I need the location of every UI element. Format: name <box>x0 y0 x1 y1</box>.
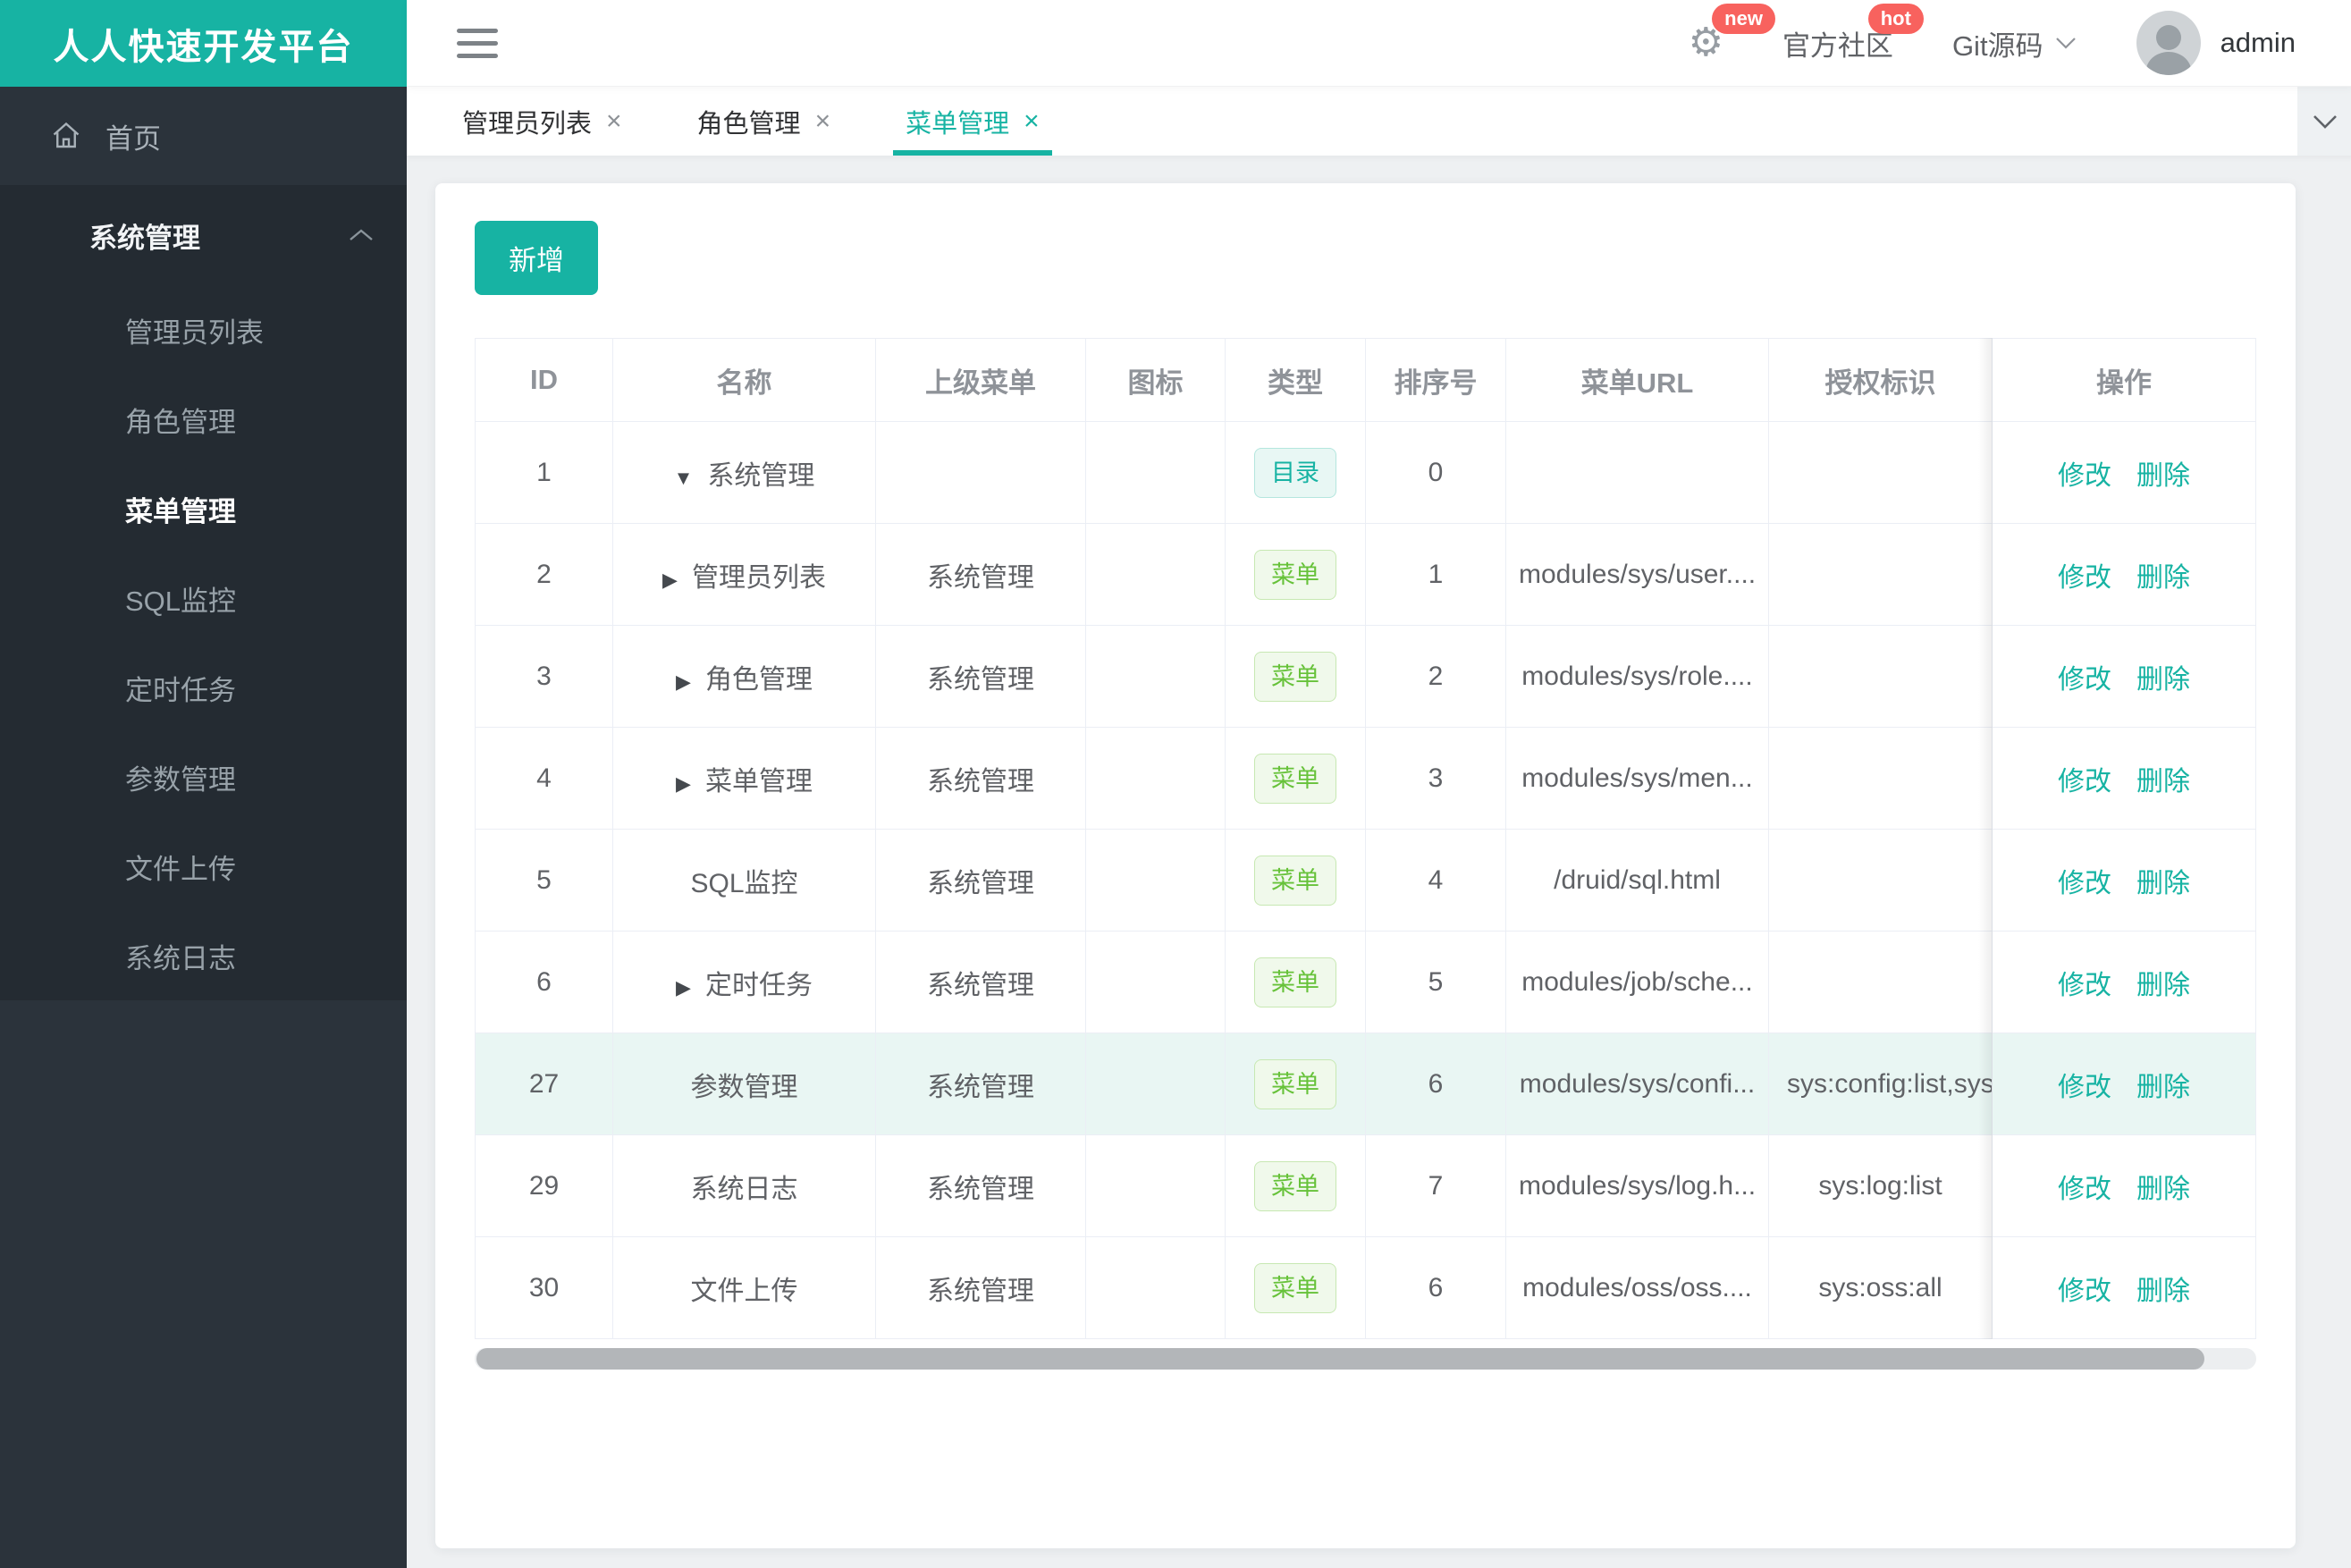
tabbar: 管理员列表 × 角色管理 × 菜单管理 × <box>407 87 2351 156</box>
table-row: 6 ▶ 定时任务 系统管理 菜单 5 modules/job/sche... 修改… <box>475 931 2256 1033</box>
edit-link[interactable]: 修改 <box>2058 1175 2111 1204</box>
table-row: 3 ▶ 角色管理 系统管理 菜单 2 modules/sys/role.... 修… <box>475 625 2256 728</box>
close-icon[interactable]: × <box>815 106 831 137</box>
edit-link[interactable]: 修改 <box>2058 563 2111 593</box>
sidebar-item-admin-list[interactable]: 管理员列表 <box>0 285 407 375</box>
table-row: 29 系统日志 系统管理 菜单 7 modules/sys/log.h... s… <box>475 1134 2256 1237</box>
content-card: 新增 ID 名称 上级菜单 图标 类型 排序号 菜单URL 授权标识 操作 1 … <box>435 183 2296 1548</box>
sidebar-item-system-log[interactable]: 系统日志 <box>0 911 407 1000</box>
avatar <box>2136 11 2201 75</box>
horizontal-scrollbar[interactable] <box>475 1348 2256 1370</box>
sidebar-item-role-management[interactable]: 角色管理 <box>0 375 407 464</box>
community-link[interactable]: 官方社区 hot <box>1782 3 1924 63</box>
col-actions: 操作 <box>2096 367 2152 399</box>
sidebar-item-menu-management[interactable]: 菜单管理 <box>0 464 407 553</box>
sidebar-group-title[interactable]: 系统管理 <box>0 185 407 285</box>
sidebar-item-file-upload[interactable]: 文件上传 <box>0 822 407 911</box>
type-badge: 菜单 <box>1254 1262 1336 1313</box>
delete-link[interactable]: 删除 <box>2136 563 2190 593</box>
sidebar-item-sql-monitor[interactable]: SQL监控 <box>0 553 407 643</box>
chevron-down-icon <box>2311 114 2339 130</box>
type-badge: 菜单 <box>1254 753 1336 804</box>
expand-arrow-icon[interactable]: ▶ <box>676 772 691 795</box>
delete-link[interactable]: 删除 <box>2136 665 2190 695</box>
type-badge: 菜单 <box>1254 549 1336 600</box>
sidebar-group-system: 系统管理 管理员列表 角色管理 菜单管理 SQL监控 定时任务 参数管理 文件上… <box>0 185 407 1000</box>
sidebar-item-scheduled-tasks[interactable]: 定时任务 <box>0 643 407 732</box>
table-row-highlighted: 27 参数管理 系统管理 菜单 6 modules/sys/confi... s… <box>475 1033 2256 1135</box>
type-badge: 菜单 <box>1254 957 1336 1007</box>
col-type: 类型 <box>1268 367 1323 399</box>
scrollbar-thumb[interactable] <box>476 1348 2205 1370</box>
new-badge: new <box>1712 4 1775 35</box>
add-button[interactable]: 新增 <box>475 221 598 295</box>
expand-arrow-icon[interactable]: ▶ <box>676 670 691 693</box>
col-parent: 上级菜单 <box>925 367 1036 399</box>
menu-table: ID 名称 上级菜单 图标 类型 排序号 菜单URL 授权标识 操作 1 ▼ 系… <box>475 338 2256 1339</box>
edit-link[interactable]: 修改 <box>2058 869 2111 898</box>
edit-link[interactable]: 修改 <box>2058 665 2111 695</box>
tab-admin-list[interactable]: 管理员列表 × <box>425 87 660 156</box>
git-source-dropdown[interactable]: Git源码 <box>1952 23 2077 63</box>
type-badge: 目录 <box>1254 447 1336 498</box>
delete-link[interactable]: 删除 <box>2136 461 2190 491</box>
edit-link[interactable]: 修改 <box>2058 1073 2111 1102</box>
close-icon[interactable]: × <box>606 106 622 137</box>
expand-arrow-icon[interactable]: ▶ <box>662 569 678 591</box>
topbar: ⚙ new 官方社区 hot Git源码 admin <box>407 0 2351 87</box>
tab-menu-management[interactable]: 菜单管理 × <box>868 87 1077 156</box>
home-icon <box>50 120 82 152</box>
type-badge: 菜单 <box>1254 1058 1336 1109</box>
hot-badge: hot <box>1867 3 1924 34</box>
delete-link[interactable]: 删除 <box>2136 1073 2190 1102</box>
edit-link[interactable]: 修改 <box>2058 767 2111 797</box>
type-badge: 菜单 <box>1254 1160 1336 1211</box>
settings-button[interactable]: ⚙ new <box>1688 4 1775 63</box>
col-order: 排序号 <box>1394 367 1478 399</box>
edit-link[interactable]: 修改 <box>2058 461 2111 491</box>
page: 人人快速开发平台 首页 系统管理 管理员列表 角色管理 菜单管理 SQL监控 定… <box>0 0 2351 1568</box>
sidebar-item-param-management[interactable]: 参数管理 <box>0 732 407 822</box>
topbar-right: ⚙ new 官方社区 hot Git源码 admin <box>1688 3 2296 75</box>
col-icon: 图标 <box>1127 367 1184 399</box>
table-row: 1 ▼ 系统管理 目录 0 修改 删除 <box>475 421 2256 524</box>
table-header-row: ID 名称 上级菜单 图标 类型 排序号 菜单URL 授权标识 操作 <box>475 338 2256 422</box>
app-title: 人人快速开发平台 <box>0 0 407 87</box>
delete-link[interactable]: 删除 <box>2136 971 2190 1000</box>
sidebar-item-label: 首页 <box>105 122 161 155</box>
edit-link[interactable]: 修改 <box>2058 1277 2111 1306</box>
edit-link[interactable]: 修改 <box>2058 971 2111 1000</box>
col-id: ID <box>530 364 558 395</box>
type-badge: 菜单 <box>1254 651 1336 702</box>
delete-link[interactable]: 删除 <box>2136 869 2190 898</box>
table-row: 4 ▶ 菜单管理 系统管理 菜单 3 modules/sys/men... 修改删… <box>475 727 2256 830</box>
collapse-arrow-icon[interactable]: ▼ <box>674 467 694 489</box>
sidebar: 人人快速开发平台 首页 系统管理 管理员列表 角色管理 菜单管理 SQL监控 定… <box>0 0 407 1568</box>
content-area: 新增 ID 名称 上级菜单 图标 类型 排序号 菜单URL 授权标识 操作 1 … <box>407 156 2351 1568</box>
chevron-down-icon <box>2054 36 2077 50</box>
table-row: 2 ▶ 管理员列表 系统管理 菜单 1 modules/sys/user.... … <box>475 523 2256 626</box>
delete-link[interactable]: 删除 <box>2136 1175 2190 1204</box>
close-icon[interactable]: × <box>1024 106 1040 137</box>
menu-toggle-icon[interactable] <box>457 28 498 58</box>
col-url: 菜单URL <box>1580 367 1694 399</box>
tab-role-management[interactable]: 角色管理 × <box>660 87 869 156</box>
tab-list-button[interactable] <box>2290 87 2351 156</box>
delete-link[interactable]: 删除 <box>2136 1277 2190 1306</box>
col-perm: 授权标识 <box>1824 367 1936 399</box>
chevron-up-icon <box>348 227 375 243</box>
user-menu[interactable]: admin <box>2136 11 2296 75</box>
expand-arrow-icon[interactable]: ▶ <box>676 976 691 999</box>
username: admin <box>2220 27 2296 58</box>
main-area: ⚙ new 官方社区 hot Git源码 admin 管理员列表 × 角色管理 … <box>407 0 2351 1568</box>
sidebar-item-home[interactable]: 首页 <box>0 87 407 185</box>
type-badge: 菜单 <box>1254 855 1336 906</box>
table-row: 5 SQL监控 系统管理 菜单 4 /druid/sql.html 修改 删除 <box>475 829 2256 932</box>
delete-link[interactable]: 删除 <box>2136 767 2190 797</box>
table-row: 30 文件上传 系统管理 菜单 6 modules/oss/oss.... sy… <box>475 1236 2256 1339</box>
col-name: 名称 <box>716 367 772 399</box>
